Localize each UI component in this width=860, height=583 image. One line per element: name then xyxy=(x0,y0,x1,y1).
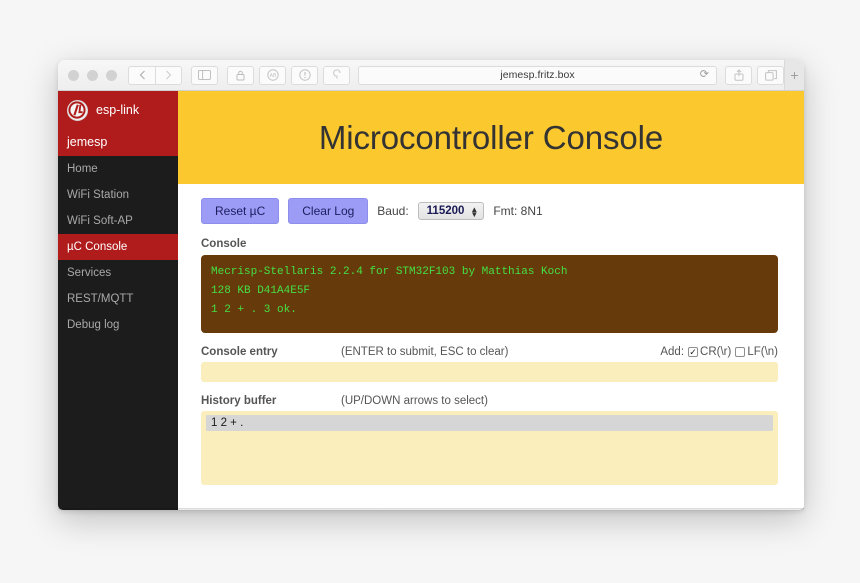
console-output[interactable]: Mecrisp-Stellaris 2.2.4 for STM32F103 by… xyxy=(201,255,778,333)
console-line: 128 KB D41A4E5F xyxy=(211,285,311,297)
lf-label: LF(\n) xyxy=(747,346,778,358)
close-button[interactable] xyxy=(68,69,79,81)
baud-selected-value: 115200 xyxy=(426,205,465,217)
cr-option[interactable]: ✓ CR(\r) xyxy=(688,346,731,358)
sidebar-item-wifi-soft-ap[interactable]: WiFi Soft-AP xyxy=(58,208,178,234)
back-button[interactable] xyxy=(128,65,155,85)
address-bar[interactable]: jemesp.fritz.box ⟳ xyxy=(358,65,717,85)
page-body: esp-link jemesp Home WiFi Station WiFi S… xyxy=(58,91,804,510)
cr-label: CR(\r) xyxy=(700,346,732,358)
lock-icon-button[interactable] xyxy=(227,65,254,85)
cr-checkbox[interactable]: ✓ xyxy=(688,347,699,357)
add-label: Add: xyxy=(660,346,685,358)
info-icon-button[interactable] xyxy=(291,65,318,85)
traffic-lights xyxy=(65,69,117,81)
page-banner: Microcontroller Console xyxy=(178,91,804,184)
adblock-icon: AB xyxy=(266,69,279,81)
new-tab-button[interactable]: + xyxy=(784,60,804,90)
stepper-updown-icon: ▲ ▼ xyxy=(470,204,479,219)
adblock-icon-button[interactable]: AB xyxy=(259,65,286,85)
console-line: Mecrisp-Stellaris 2.2.4 for STM32F103 by… xyxy=(211,266,568,278)
reset-uc-button[interactable]: Reset µC xyxy=(201,198,280,224)
info-icon xyxy=(298,69,311,81)
lf-option[interactable]: LF(\n) xyxy=(735,346,778,358)
zoom-button[interactable] xyxy=(106,69,117,81)
svg-text:AB: AB xyxy=(269,73,276,79)
history-buffer[interactable]: 1 2 + . xyxy=(201,411,778,485)
clear-log-button[interactable]: Clear Log xyxy=(288,198,369,224)
forward-button[interactable] xyxy=(155,65,182,85)
tabs-icon xyxy=(764,69,777,81)
baud-select[interactable]: 115200 ▲ ▼ xyxy=(417,202,485,220)
sidebar-item-services[interactable]: Services xyxy=(58,260,178,286)
history-header: History buffer (UP/DOWN arrows to select… xyxy=(201,395,778,407)
sidebar-account-name: jemesp xyxy=(58,129,178,156)
history-heading: History buffer xyxy=(201,395,277,407)
console-entry-heading: Console entry xyxy=(201,346,278,358)
address-bar-url: jemesp.fritz.box xyxy=(500,69,575,81)
share-button[interactable] xyxy=(725,65,752,85)
chevron-right-icon xyxy=(166,70,172,80)
sidebar-brand[interactable]: esp-link xyxy=(58,91,178,129)
history-hint: (UP/DOWN arrows to select) xyxy=(341,395,488,407)
console-toolbar: Reset µC Clear Log Baud: 115200 ▲ ▼ Fmt: … xyxy=(201,198,778,224)
tabs-button[interactable] xyxy=(757,65,784,85)
share-icon xyxy=(734,69,743,81)
reload-icon[interactable]: ⟳ xyxy=(700,69,709,81)
sidebar-item-uc-console[interactable]: µC Console xyxy=(58,234,178,260)
sidebar-item-rest-mqtt[interactable]: REST/MQTT xyxy=(58,286,178,312)
browser-window: AB jemesp.fritz.box ⟳ + esp-link jemesp … xyxy=(58,60,804,510)
browser-titlebar: AB jemesp.fritz.box ⟳ + xyxy=(58,60,804,91)
format-label: Fmt: 8N1 xyxy=(493,204,543,218)
lock-icon xyxy=(236,70,245,80)
minimize-button[interactable] xyxy=(87,69,98,81)
lf-checkbox[interactable] xyxy=(735,347,746,357)
sidebar: esp-link jemesp Home WiFi Station WiFi S… xyxy=(58,91,178,510)
history-item[interactable]: 1 2 + . xyxy=(206,415,773,431)
sidebar-item-wifi-station[interactable]: WiFi Station xyxy=(58,182,178,208)
chevron-left-icon xyxy=(139,70,145,80)
console-panel: Reset µC Clear Log Baud: 115200 ▲ ▼ Fmt: … xyxy=(178,184,804,485)
main-content: Microcontroller Console Reset µC Clear L… xyxy=(178,91,804,510)
pocket-icon xyxy=(332,69,341,79)
console-line: 1 2 + . 3 ok. xyxy=(211,304,297,316)
console-entry-input[interactable] xyxy=(201,362,778,382)
pocket-icon-button[interactable] xyxy=(323,65,350,85)
baud-label: Baud: xyxy=(377,204,409,218)
sidebar-item-debug-log[interactable]: Debug log xyxy=(58,312,178,338)
esp-link-logo-icon xyxy=(67,99,88,121)
sidebar-brand-label: esp-link xyxy=(96,103,140,117)
line-ending-options: Add: ✓ CR(\r) LF(\n) xyxy=(660,346,778,358)
sidebar-icon xyxy=(198,70,211,80)
console-entry-header: Console entry (ENTER to submit, ESC to c… xyxy=(201,346,778,358)
nav-buttons xyxy=(128,65,182,85)
window-bottom-shadow xyxy=(58,508,804,511)
sidebar-toggle-button[interactable] xyxy=(191,65,218,85)
sidebar-item-home[interactable]: Home xyxy=(58,156,178,182)
console-entry-hint: (ENTER to submit, ESC to clear) xyxy=(341,346,509,358)
page-title: Microcontroller Console xyxy=(318,118,664,156)
console-heading: Console xyxy=(201,238,247,250)
